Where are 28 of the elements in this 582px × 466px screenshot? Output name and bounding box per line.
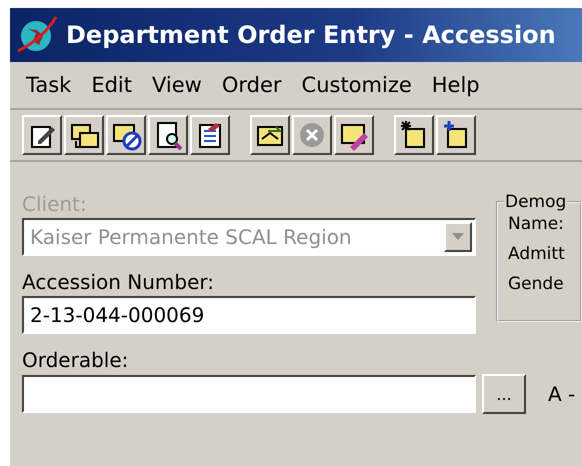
toolbar-button[interactable] <box>190 115 230 155</box>
toolbar-button[interactable] <box>334 115 374 155</box>
orderable-field[interactable] <box>22 375 476 413</box>
toolbar-button[interactable] <box>292 115 332 155</box>
menu-item[interactable]: View <box>142 71 212 99</box>
dropdown-value: Kaiser Permanente SCAL Region <box>30 225 352 249</box>
toolbar-button[interactable] <box>436 115 476 155</box>
menu-item[interactable]: Help <box>422 71 490 99</box>
group-title: Demog <box>504 192 568 212</box>
toolbar-button[interactable] <box>64 115 104 155</box>
toolbar-button[interactable] <box>22 115 62 155</box>
field-label: Admitt <box>508 244 566 264</box>
field-label: Accession Number: <box>22 270 216 296</box>
toolbar-button[interactable] <box>250 115 290 155</box>
toolbar-button[interactable] <box>148 115 188 155</box>
accession-number-field[interactable]: 2-13-044-000069 <box>22 296 476 334</box>
toolbar-button[interactable] <box>394 115 434 155</box>
toolbar-button[interactable] <box>106 115 146 155</box>
field-label: Name: <box>508 214 565 234</box>
field-label: Gende <box>508 274 565 294</box>
field-label: Orderable: <box>22 348 130 374</box>
browse-button[interactable]: ... <box>482 374 526 414</box>
menu-item[interactable]: Customize <box>292 71 422 99</box>
code-text: A - <box>548 382 576 406</box>
menu-item[interactable]: Order <box>212 71 292 99</box>
window-title: Department Order Entry - Accession <box>66 21 556 49</box>
menu-item[interactable]: Edit <box>81 71 142 99</box>
menu-item[interactable]: Task <box>16 71 82 99</box>
